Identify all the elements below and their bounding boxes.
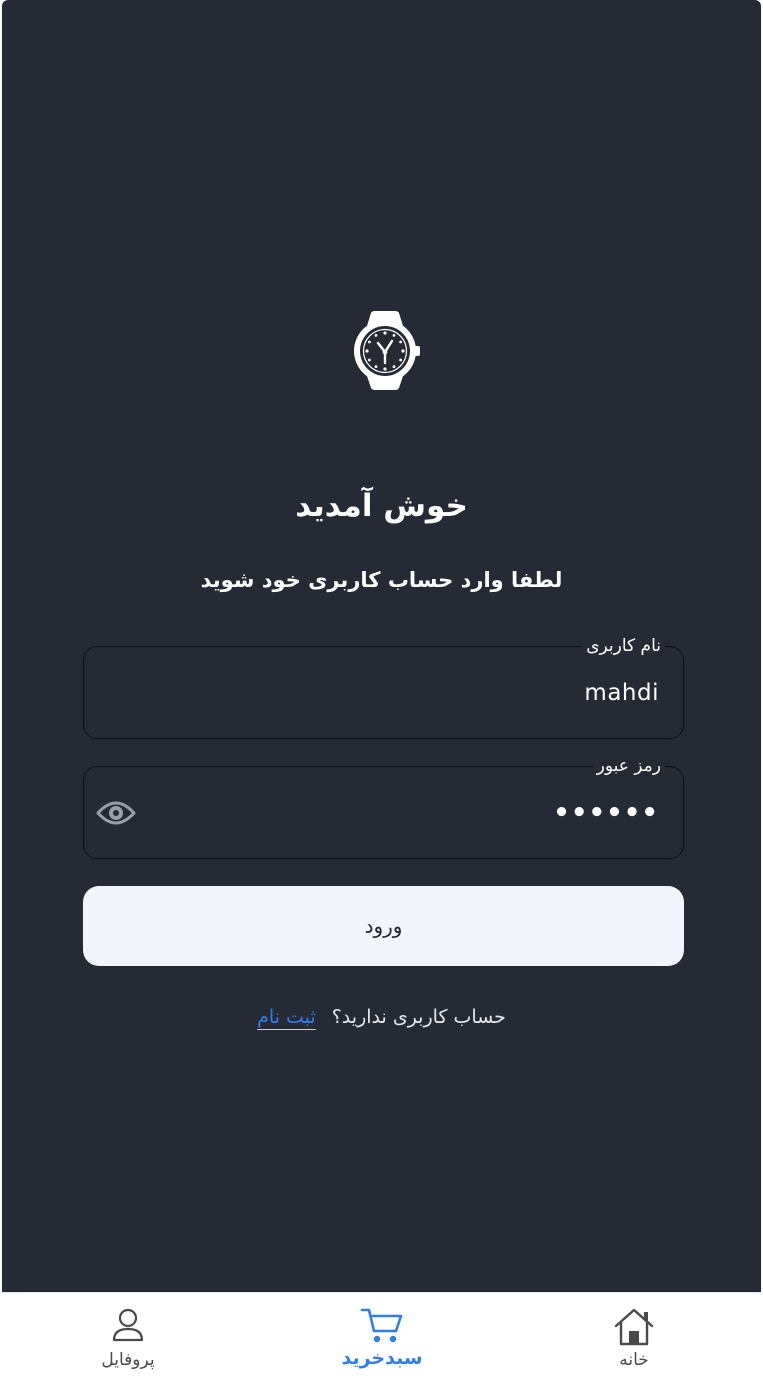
login-button[interactable]: ورود <box>83 886 684 966</box>
watch-logo-icon <box>354 311 420 390</box>
login-page: خوش آمدید لطفا وارد حساب کاربری خود شوید… <box>2 0 761 1292</box>
eye-icon[interactable] <box>96 799 136 827</box>
cart-icon <box>360 1308 403 1343</box>
app-screen: خوش آمدید لطفا وارد حساب کاربری خود شوید… <box>0 0 763 1387</box>
nav-item-cart[interactable]: سبدخرید <box>307 1293 457 1387</box>
signup-link[interactable]: ثبت نام <box>257 1006 316 1028</box>
user-icon <box>112 1308 144 1342</box>
welcome-title: خوش آمدید <box>295 488 468 524</box>
username-label: نام کاربری <box>582 633 665 659</box>
nav-label-home: خانه <box>619 1350 649 1370</box>
signup-question: حساب کاربری ندارید؟ <box>331 1006 506 1028</box>
username-field[interactable]: نام کاربری mahdi <box>83 633 684 739</box>
bottom-navigation: پروفایل سبدخرید خانه <box>2 1292 761 1387</box>
login-subtitle: لطفا وارد حساب کاربری خود شوید <box>200 568 563 592</box>
password-label: رمز عبور <box>592 753 665 779</box>
nav-item-home[interactable]: خانه <box>559 1293 709 1387</box>
password-field[interactable]: رمز عبور •••••• <box>83 753 684 859</box>
home-icon <box>614 1308 654 1346</box>
nav-label-cart: سبدخرید <box>341 1347 423 1369</box>
signup-prompt: حساب کاربری ندارید؟ ثبت نام <box>2 1006 761 1028</box>
username-input[interactable]: mahdi <box>584 680 659 706</box>
password-input[interactable]: •••••• <box>553 798 659 828</box>
nav-label-profile: پروفایل <box>101 1350 155 1370</box>
nav-item-profile[interactable]: پروفایل <box>53 1293 203 1387</box>
